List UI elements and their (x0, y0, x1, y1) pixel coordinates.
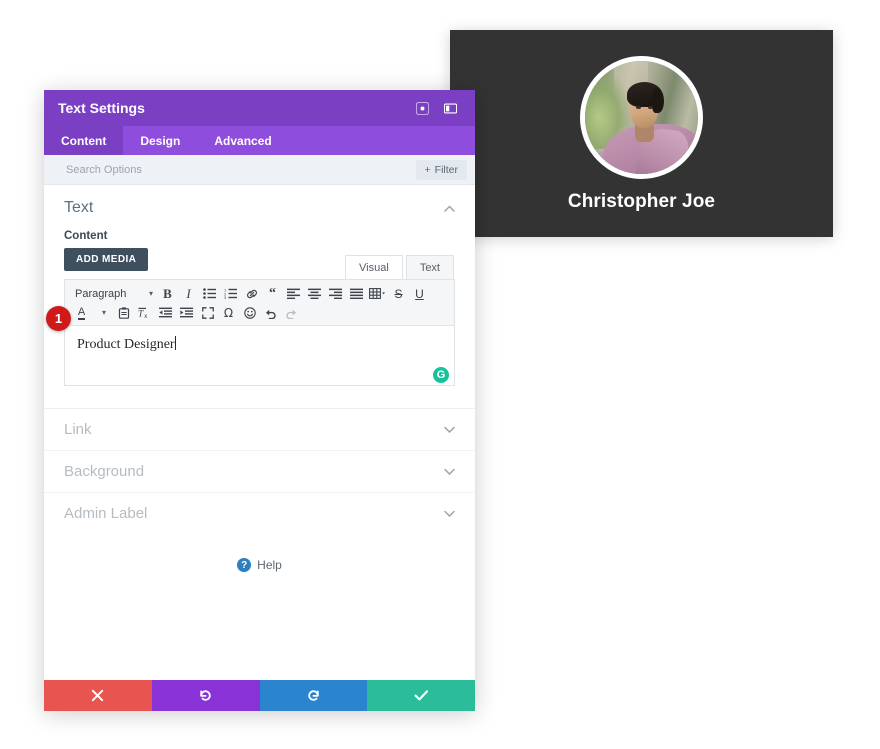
section-admin-label[interactable]: Admin Label (44, 492, 475, 534)
emoji-icon[interactable] (239, 303, 260, 322)
fullscreen-icon[interactable] (197, 303, 218, 322)
add-media-button[interactable]: ADD MEDIA (64, 248, 149, 271)
bulleted-list-icon[interactable] (199, 284, 220, 303)
toolbar-row-2: A ▾ Tx Ω (71, 303, 448, 322)
page-title: Text Settings (58, 100, 145, 116)
paragraph-format-label: Paragraph (75, 287, 127, 300)
section-link-label: Link (64, 421, 92, 438)
modal-footer (44, 680, 475, 711)
text-settings-modal: Text Settings Content Design Advanced + … (44, 90, 475, 711)
paste-icon[interactable] (113, 303, 134, 322)
redo-button[interactable] (259, 680, 368, 711)
chevron-down-icon (444, 510, 455, 517)
tab-text[interactable]: Text (405, 255, 454, 279)
search-input[interactable] (64, 162, 416, 177)
text-section-header[interactable]: Text (64, 199, 455, 217)
chevron-down-icon: ▾ (148, 289, 153, 298)
align-justify-icon[interactable] (346, 284, 367, 303)
strikethrough-icon[interactable]: S (388, 284, 409, 303)
question-mark-icon: ? (237, 558, 252, 572)
italic-icon[interactable]: I (178, 284, 199, 303)
tab-advanced[interactable]: Advanced (197, 126, 288, 155)
chevron-down-icon (444, 426, 455, 433)
layout-icon[interactable] (439, 97, 461, 119)
align-right-icon[interactable] (325, 284, 346, 303)
profile-name: Christopher Joe (567, 191, 716, 212)
chevron-down-icon (444, 468, 455, 475)
help-label: Help (257, 558, 282, 572)
bold-icon[interactable]: B (157, 284, 178, 303)
save-button[interactable] (367, 680, 475, 711)
step-badge: 1 (46, 306, 71, 331)
avatar (580, 56, 703, 179)
indent-icon[interactable] (176, 303, 197, 322)
content-label: Content (64, 230, 108, 242)
tab-content[interactable]: Content (44, 126, 124, 155)
section-background[interactable]: Background (44, 450, 475, 492)
profile-preview-card: Christopher Joe (450, 30, 833, 237)
tab-visual[interactable]: Visual (345, 255, 403, 279)
text-editor: Visual Text Paragraph ▾ B I 1 2 3 “ S U … (64, 255, 455, 386)
editor-text-value: Product Designer (77, 337, 175, 352)
editor-content-area[interactable]: Product Designer G (65, 326, 454, 385)
tab-design[interactable]: Design (123, 126, 197, 155)
photo-hair-side (651, 88, 665, 113)
editor-toolbar: Paragraph ▾ B I 123 “ S U A ▾ T x Ω (65, 280, 454, 326)
svg-text:3: 3 (224, 295, 227, 299)
clear-formatting-icon[interactable]: Tx (134, 303, 155, 322)
filter-button[interactable]: + Filter (415, 159, 467, 180)
svg-text:T: T (138, 309, 144, 319)
text-section-title: Text (64, 199, 94, 216)
text-color-icon[interactable]: A (71, 303, 92, 322)
section-link[interactable]: Link (44, 408, 475, 450)
cancel-button[interactable] (44, 680, 152, 711)
expand-icon[interactable] (411, 97, 433, 119)
modal-body: Text Content ADD MEDIA Visual Text Parag… (44, 185, 475, 680)
undo-button[interactable] (151, 680, 260, 711)
filter-button-label: Filter (434, 163, 458, 176)
align-center-icon[interactable] (304, 284, 325, 303)
outdent-icon[interactable] (155, 303, 176, 322)
table-icon[interactable] (367, 284, 388, 303)
redo-icon[interactable] (281, 303, 302, 322)
align-left-icon[interactable] (283, 284, 304, 303)
blockquote-icon[interactable]: “ (262, 284, 283, 303)
text-cursor (174, 336, 176, 350)
modal-tabs: Content Design Advanced (44, 126, 475, 155)
text-section: Text Content ADD MEDIA Visual Text Parag… (44, 185, 475, 386)
search-row: + Filter (44, 155, 475, 185)
grammarly-icon[interactable]: G (433, 367, 449, 383)
plus-icon: + (424, 163, 431, 176)
section-admin-label-label: Admin Label (64, 505, 148, 522)
paragraph-format-select[interactable]: Paragraph ▾ (71, 288, 157, 300)
numbered-list-icon[interactable]: 123 (220, 284, 241, 303)
underline-icon[interactable]: U (409, 284, 430, 303)
text-color-dropdown-icon[interactable]: ▾ (92, 303, 113, 322)
section-background-label: Background (64, 463, 145, 480)
modal-header: Text Settings (44, 90, 475, 126)
collapsed-sections: Link Background Admin Label (44, 408, 475, 534)
undo-icon[interactable] (260, 303, 281, 322)
help-link[interactable]: ? Help (44, 558, 475, 572)
toolbar-row-1: Paragraph ▾ B I 123 “ S U (71, 284, 448, 303)
link-icon[interactable] (241, 284, 262, 303)
special-character-icon[interactable]: Ω (218, 303, 239, 322)
editor-mode-tabs: Visual Text (345, 255, 454, 279)
preview-inner: Christopher Joe (450, 56, 833, 213)
svg-text:x: x (144, 314, 147, 319)
chevron-up-icon[interactable] (444, 204, 455, 212)
